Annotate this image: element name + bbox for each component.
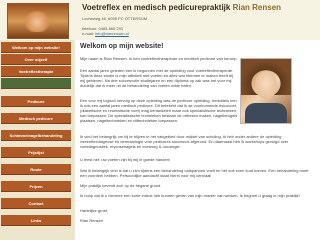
paragraph-pedicure: Een voor mij logisch vervolg op deze opl… <box>80 98 238 123</box>
contact-info: telefoon: 0485-565 291 e-mail: info@rian… <box>82 26 129 36</box>
sidebar-nav: Welkom op mijn website! Over mijzelf Voe… <box>0 40 73 240</box>
email-link[interactable]: info@rianrensen.nl <box>95 31 129 36</box>
signature-name: Rian Rensen <box>80 218 104 223</box>
site-title: Voetreflex en medisch pedicurepraktijk R… <box>82 3 281 12</box>
paragraph-opleiding: Een aantal jaren geleden ben ik begonnen… <box>80 68 234 88</box>
paragraph-scholing: Ik vind het belangrijk om bij te blijven… <box>80 134 289 149</box>
paragraph-begane-grond: Mijn praktijk bevindt zich op de begane … <box>80 183 162 188</box>
nav-item-prijslijst[interactable]: Prijslijst <box>1 147 71 158</box>
logo[interactable] <box>7 3 69 39</box>
site-title-main: Voetreflex en medisch pedicurepraktijk <box>82 3 231 12</box>
nav-item-voetreflextherapie[interactable]: Voetreflextherapie <box>1 66 71 77</box>
paragraph-goede-handen: U leest het: uw voeten zijn bij mij in g… <box>80 157 171 162</box>
foot-icon <box>24 10 50 32</box>
address: Locheweg 46, 6095 PC OTTERSUM <box>82 16 148 21</box>
nav-item-route[interactable]: Route <box>1 164 71 175</box>
nav-item-pedicure[interactable]: Pedicure <box>1 96 71 107</box>
nav-item-links[interactable]: Links <box>1 215 71 226</box>
portrait-photo <box>240 58 292 124</box>
intro-paragraph: Mijn naam is Rian Rensen. Ik ben voetref… <box>80 56 238 61</box>
site-title-name: Rian Rensen <box>232 3 282 12</box>
closing-greeting: Hartelijke groet, <box>80 208 109 213</box>
nav-item-spacer <box>1 78 71 89</box>
nav-item-medisch-pedicure[interactable]: Medisch pedicure <box>1 113 71 124</box>
paragraph-ontspannen: Wat ik belangrijk vind is dat u zich tij… <box>80 168 309 178</box>
paragraph-indruk: Ik hoop dat ik u hiermee een korte indru… <box>80 193 300 198</box>
page-title: Welkom op mijn website! <box>80 43 164 50</box>
page: Voetreflex en medisch pedicurepraktijk R… <box>0 0 320 240</box>
nav-item-over-mijzelf[interactable]: Over mijzelf <box>1 54 71 65</box>
nav-item-prijzen[interactable]: Prijzen <box>1 181 71 192</box>
nav-item-welkom[interactable]: Welkom op mijn website! <box>1 42 71 53</box>
header: Voetreflex en medisch pedicurepraktijk R… <box>0 0 320 40</box>
nav-item-contact[interactable]: Contact <box>1 198 71 209</box>
email-line: e-mail: info@rianrensen.nl <box>82 31 129 36</box>
nav-item-schimmelnagel[interactable]: Schimmelnagelbehandeling <box>1 130 71 141</box>
main-content: Welkom op mijn website! Mijn naam is Ria… <box>75 40 320 240</box>
email-label: e-mail: <box>82 31 96 36</box>
